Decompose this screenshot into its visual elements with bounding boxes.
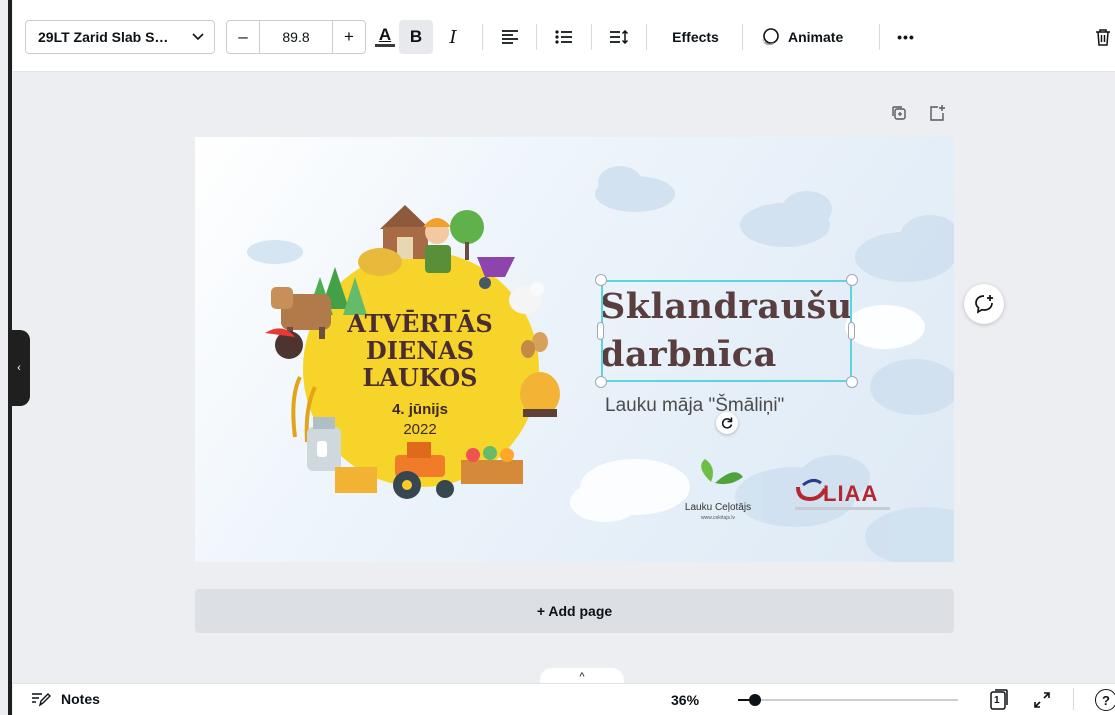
toolbar-divider xyxy=(536,24,537,50)
logo-lauku-celotajs-name: Lauku Ceļotājs xyxy=(684,502,752,513)
line-spacing-button[interactable] xyxy=(604,20,634,54)
help-button[interactable]: ? xyxy=(1095,689,1115,711)
animate-icon xyxy=(762,28,779,46)
event-title: ATVĒRTĀS DIENAS LAUKOS xyxy=(335,310,505,391)
more-options-button[interactable]: ••• xyxy=(888,20,924,54)
font-size-stepper: – 89.8 + xyxy=(226,20,366,54)
event-date: 4. jūnijs xyxy=(392,401,448,418)
resize-handle-left[interactable] xyxy=(597,322,604,340)
bulleted-list-icon xyxy=(555,30,572,44)
chevron-down-icon xyxy=(192,33,204,41)
effects-label: Effects xyxy=(672,29,719,45)
resize-handle-right[interactable] xyxy=(848,322,855,340)
bulleted-list-button[interactable] xyxy=(549,20,579,54)
zoom-percent[interactable]: 36% xyxy=(671,692,699,708)
selection-box[interactable] xyxy=(601,280,852,382)
logo-liaa: LIAA xyxy=(823,481,879,506)
align-left-button[interactable] xyxy=(495,20,525,54)
italic-button[interactable]: I xyxy=(438,20,468,54)
line-spacing-icon xyxy=(610,30,629,44)
resize-handle-top-left[interactable] xyxy=(595,274,607,286)
animate-button[interactable]: Animate xyxy=(754,20,869,54)
toolbar-divider xyxy=(591,24,592,50)
align-left-icon xyxy=(502,30,518,44)
bold-letter: B xyxy=(409,27,423,46)
comment-add-icon xyxy=(975,295,993,314)
help-icon: ? xyxy=(1102,692,1110,708)
add-comment-button[interactable] xyxy=(964,284,1004,324)
zoom-slider-thumb[interactable] xyxy=(749,694,761,706)
event-title-line2: DIENAS xyxy=(365,336,475,365)
fullscreen-button[interactable] xyxy=(1033,691,1051,714)
duplicate-page-button[interactable] xyxy=(890,104,908,125)
animate-label: Animate xyxy=(788,29,844,45)
zoom-slider[interactable] xyxy=(738,694,958,706)
resize-handle-bottom-left[interactable] xyxy=(595,376,607,388)
increase-font-size-button[interactable]: + xyxy=(333,21,365,53)
left-panel-edge: ‹ xyxy=(0,0,30,715)
font-size-input[interactable]: 89.8 xyxy=(259,21,333,53)
event-title-line3: LAUKOS xyxy=(362,363,478,392)
expand-panel-button[interactable]: ‹ xyxy=(8,330,30,406)
text-toolbar: 29LT Zarid Slab S… – 89.8 + A B I Effect… xyxy=(13,0,1115,72)
add-page-button[interactable]: + Add page xyxy=(195,589,954,633)
add-page-top-button[interactable] xyxy=(928,104,946,125)
page-count: 1 xyxy=(994,695,1000,706)
zoom-slider-fill xyxy=(738,699,749,701)
effects-button[interactable]: Effects xyxy=(658,20,733,54)
event-title-line1: ATVĒRTĀS xyxy=(347,309,493,338)
notes-button[interactable]: Notes xyxy=(31,691,100,707)
font-family-select[interactable]: 29LT Zarid Slab S… xyxy=(25,20,215,54)
logo-lauku-celotajs: Lauku Ceļotājs www.celotajs.lv xyxy=(673,502,763,521)
italic-letter: I xyxy=(449,26,457,48)
rotate-icon xyxy=(721,417,733,429)
toolbar-divider xyxy=(482,24,483,50)
subheadline-text[interactable]: Lauku māja "Šmāliņi" xyxy=(605,395,784,417)
chevron-up-icon: ^ xyxy=(579,671,585,683)
bottom-divider xyxy=(1073,688,1074,710)
expand-icon xyxy=(1034,692,1050,708)
resize-handle-bottom-right[interactable] xyxy=(846,376,858,388)
logo-liaa-tagline xyxy=(795,507,890,510)
resize-handle-top-right[interactable] xyxy=(846,274,858,286)
rotate-handle[interactable] xyxy=(716,412,738,434)
duplicate-icon xyxy=(892,106,906,120)
event-year: 2022 xyxy=(403,421,437,438)
decrease-font-size-button[interactable]: – xyxy=(227,21,259,53)
more-options-icon: ••• xyxy=(897,29,915,45)
bottom-bar: Notes 36% 1 ? xyxy=(13,683,1115,715)
toolbar-divider xyxy=(879,24,880,50)
text-color-button[interactable]: A xyxy=(369,20,401,54)
text-color-letter: A xyxy=(378,25,392,44)
delete-button[interactable] xyxy=(1091,20,1115,54)
toolbar-divider xyxy=(646,24,647,50)
text-color-swatch xyxy=(375,44,395,47)
notes-icon xyxy=(32,693,51,707)
add-page-icon xyxy=(930,105,945,121)
notes-label: Notes xyxy=(61,691,100,707)
page-count-button[interactable]: 1 xyxy=(988,688,1010,710)
toolbar-divider xyxy=(742,24,743,50)
font-family-value: 29LT Zarid Slab S… xyxy=(38,29,169,45)
logo-lauku-celotajs-url: www.celotajs.lv xyxy=(701,515,735,521)
bold-button[interactable]: B xyxy=(399,20,433,54)
chevron-left-icon: ‹ xyxy=(17,362,21,374)
trash-icon xyxy=(1096,29,1110,46)
